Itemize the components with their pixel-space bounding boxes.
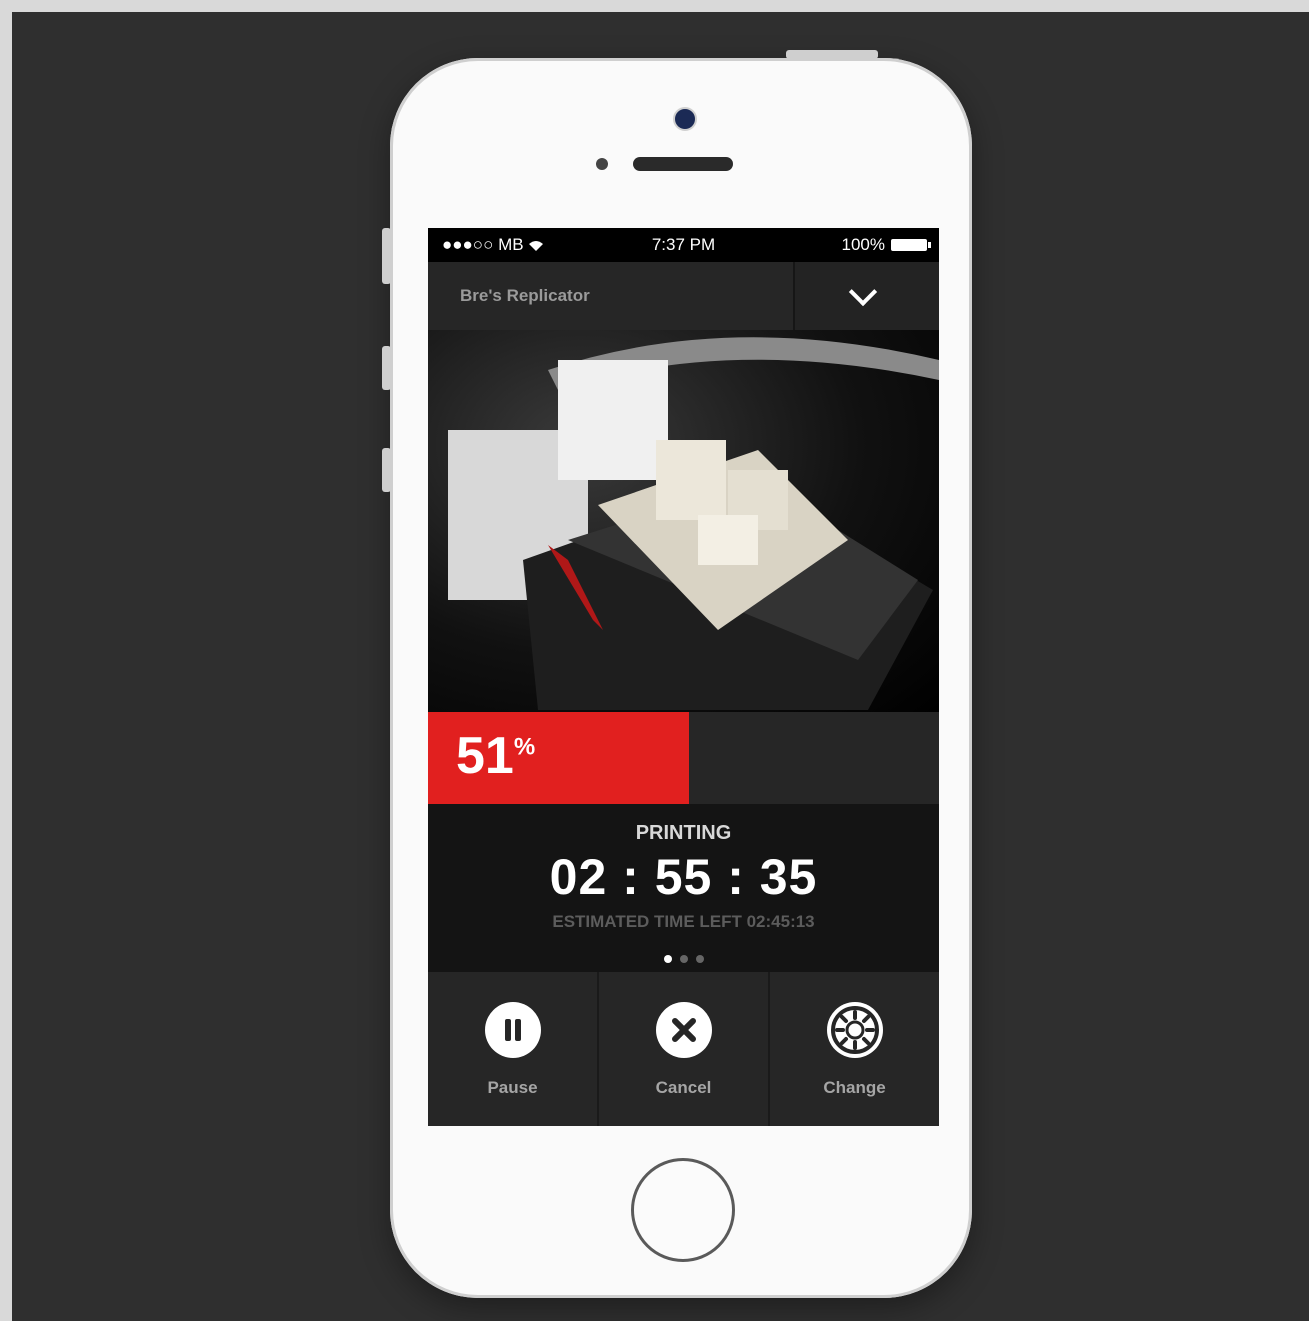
change-filament-button[interactable]: Change bbox=[770, 972, 939, 1126]
print-progress-bar: 51% bbox=[428, 712, 939, 804]
volume-down-button bbox=[382, 448, 391, 492]
front-camera bbox=[673, 107, 697, 131]
app-screen: ●●●○○ MB 7:37 PM 100% Bre's Replicator 5… bbox=[428, 228, 939, 1126]
printer-header: Bre's Replicator bbox=[428, 262, 939, 330]
progress-percent: 51% bbox=[456, 726, 535, 786]
print-actions-bar: Pause Cancel Change bbox=[428, 972, 939, 1126]
printer-dropdown-button[interactable] bbox=[793, 262, 939, 330]
progress-number: 51 bbox=[456, 727, 514, 785]
chevron-down-icon bbox=[848, 277, 878, 307]
earpiece-speaker bbox=[633, 157, 733, 171]
battery-status: 100% bbox=[841, 235, 931, 255]
cancel-label: Cancel bbox=[655, 1078, 712, 1097]
page-dot[interactable] bbox=[695, 955, 704, 963]
printer-name: Bre's Replicator bbox=[460, 286, 590, 305]
printer-camera-image bbox=[448, 337, 939, 710]
print-status-label: PRINTING bbox=[635, 822, 732, 844]
status-bar: ●●●○○ MB 7:37 PM 100% bbox=[428, 228, 939, 262]
proximity-sensor bbox=[596, 158, 608, 170]
pause-button[interactable]: Pause bbox=[428, 972, 599, 1126]
filament-spool-icon bbox=[826, 1002, 883, 1058]
battery-percent: 100% bbox=[841, 235, 885, 254]
change-label: Change bbox=[823, 1078, 886, 1097]
close-icon bbox=[655, 1002, 712, 1058]
silent-switch bbox=[382, 228, 391, 284]
power-button bbox=[786, 50, 878, 59]
elapsed-time: 02 : 55 : 35 bbox=[549, 849, 818, 905]
estimated-time-left: ESTIMATED TIME LEFT 02:45:13 bbox=[552, 912, 815, 931]
printer-camera-feed bbox=[428, 330, 939, 712]
pause-icon bbox=[484, 1002, 541, 1058]
cancel-button[interactable]: Cancel bbox=[599, 972, 770, 1126]
page-dot[interactable] bbox=[679, 955, 688, 963]
progress-percent-sign: % bbox=[513, 733, 536, 761]
print-info-panel: PRINTING 02 : 55 : 35 ESTIMATED TIME LEF… bbox=[428, 804, 939, 972]
pause-label: Pause bbox=[487, 1078, 538, 1097]
page-indicator[interactable] bbox=[428, 950, 939, 968]
battery-icon bbox=[891, 239, 931, 251]
volume-up-button bbox=[382, 346, 391, 390]
home-button[interactable] bbox=[631, 1158, 735, 1262]
page-dot[interactable] bbox=[663, 955, 672, 963]
